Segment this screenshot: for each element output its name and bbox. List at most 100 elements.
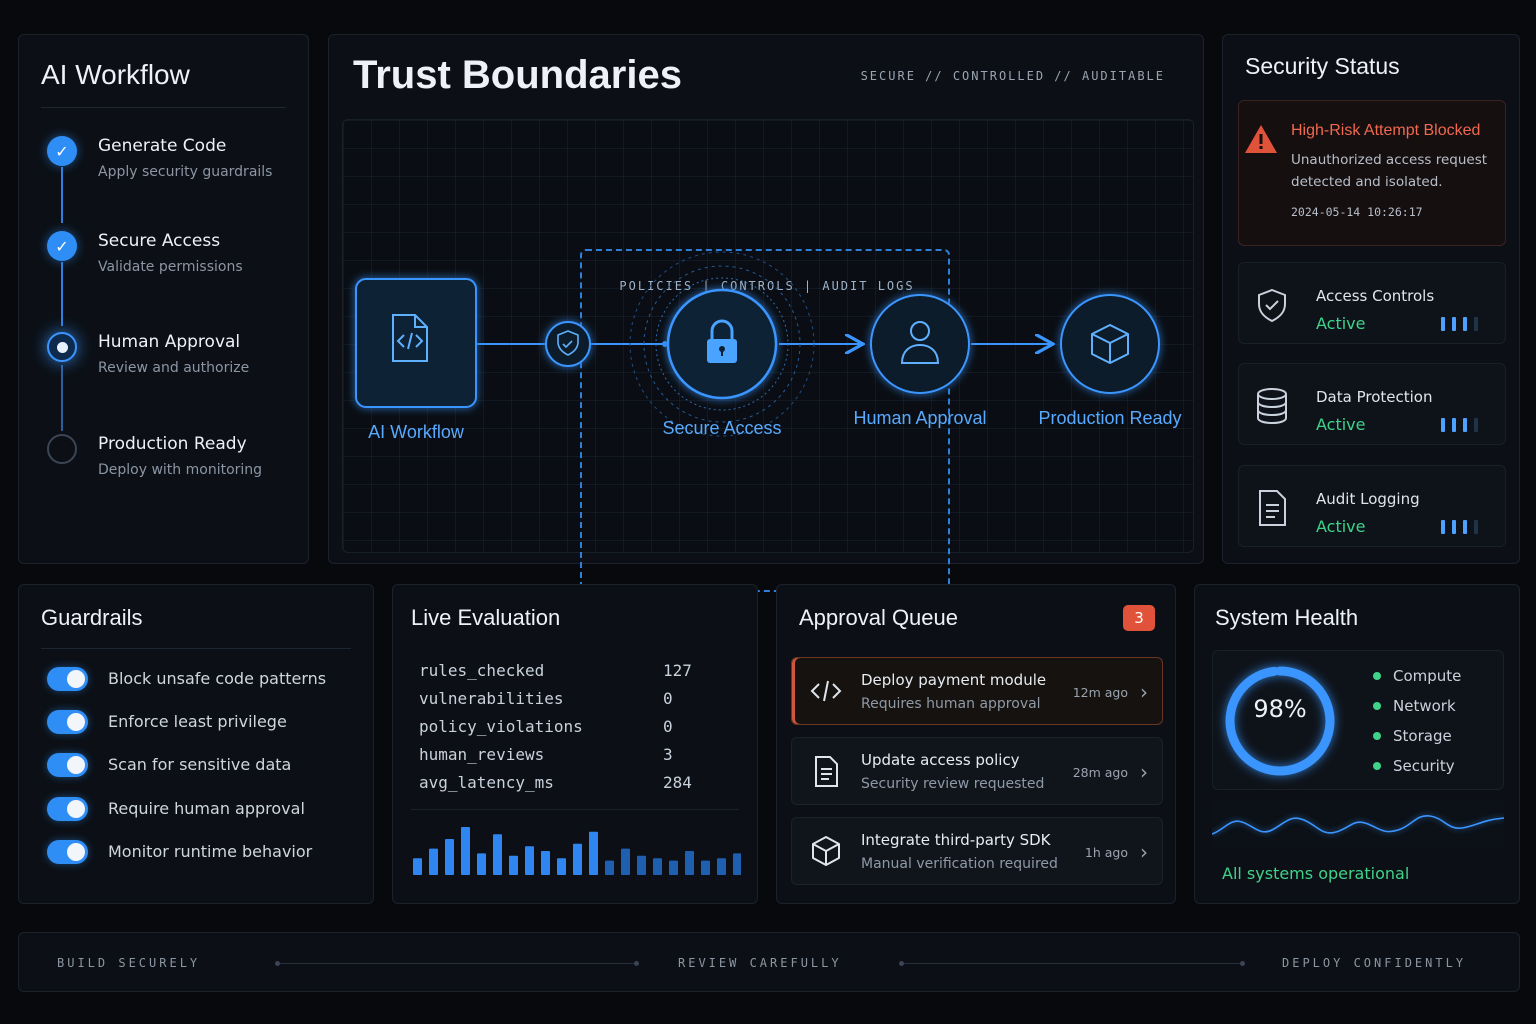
activity-bar [669,860,678,875]
activity-bar [621,848,630,875]
security-status-panel: Security Status High-Risk Attempt Blocke… [1222,34,1520,564]
queue-item-subtitle: Manual verification required [861,856,1058,872]
metric-value: 127 [663,661,692,680]
signal-bars-icon [1441,317,1478,331]
workflow-step-secure-access[interactable]: ✓ Secure Access Validate permissions [45,231,295,291]
step-title: Production Ready [98,434,247,454]
security-item-status: Active [1316,517,1366,536]
cube-icon [812,836,840,866]
shield-check-icon [1258,288,1286,323]
guardrails-title: Guardrails [41,605,143,630]
security-item-status: Active [1316,415,1366,434]
workflow-step-production-ready[interactable]: Production Ready Deploy with monitoring [45,434,295,494]
check-icon: ✓ [47,136,77,166]
queue-item-time: 12m ago [1072,685,1128,700]
workflow-step-human-approval[interactable]: Human Approval Review and authorize [45,332,295,392]
activity-bar [509,855,518,875]
signal-bars-icon [1441,520,1478,534]
footer-divider [899,961,1245,966]
alert-message: Unauthorized access request detected and… [1291,152,1488,190]
queue-item-update-policy[interactable]: Update access policy Security review req… [791,737,1163,805]
metric-value: 0 [663,689,673,708]
queue-item-deploy-payment[interactable]: Deploy payment module Requires human app… [791,657,1163,725]
step-title: Generate Code [98,136,227,156]
health-summary: 98% Compute Network Storage Security [1212,650,1504,790]
toggle-switch[interactable] [47,710,88,734]
activity-bar [589,831,598,875]
step-subtitle: Apply security guardrails [98,164,273,180]
activity-bar [637,855,646,875]
security-item-name: Audit Logging [1316,490,1420,508]
chevron-right-icon[interactable]: › [1140,680,1148,704]
approval-queue-panel: Approval Queue 3 Deploy payment module R… [776,584,1176,904]
health-component: Storage [1373,727,1452,745]
metric-key: human_reviews [419,745,545,764]
trust-diagram: POLICIES | CONTROLS | AUDIT LOGS AI Work… [342,119,1194,592]
live-title: Live Evaluation [411,605,561,630]
footer-divider [275,961,639,966]
queue-item-title: Update access policy [861,751,1020,769]
code-icon [810,680,842,702]
footer-banner: BUILD SECURELY REVIEW CAREFULLY DEPLOY C… [18,932,1520,992]
ai-workflow-node [355,278,477,408]
guardrail-label: Require human approval [108,799,305,818]
toggle-switch[interactable] [47,797,88,821]
workflow-step-generate-code[interactable]: ✓ Generate Code Apply security guardrail… [45,136,295,196]
metric-key: vulnerabilities [419,689,564,708]
security-item-name: Data Protection [1316,388,1433,406]
chevron-right-icon[interactable]: › [1140,760,1148,784]
activity-bar [717,858,726,875]
security-item-name: Access Controls [1316,287,1435,305]
step-subtitle: Validate permissions [98,259,243,275]
activity-bar [493,834,502,875]
guardrail-label: Scan for sensitive data [108,755,292,774]
step-title: Secure Access [98,231,221,251]
queue-item-title: Integrate third-party SDK [861,831,1051,849]
workflow-divider [41,107,286,108]
activity-bar [701,860,710,875]
metric-value: 0 [663,717,673,736]
activity-bar [413,858,422,875]
activity-bar [445,839,454,875]
document-icon [815,756,838,787]
activity-bar [653,858,662,875]
chevron-right-icon[interactable]: › [1140,840,1148,864]
security-item-audit-logging[interactable]: Audit Logging Active [1238,465,1506,547]
node-label-production-ready: Production Ready [1038,408,1182,428]
health-component: Network [1373,697,1456,715]
activity-bar [733,853,741,875]
guardrail-label: Block unsafe code patterns [108,669,327,688]
trust-boundaries-panel: Trust Boundaries SECURE // CONTROLLED //… [328,34,1204,592]
node-label-secure-access: Secure Access [662,418,782,438]
activity-bar [557,858,566,875]
signal-bars-icon [1441,418,1478,432]
node-label-ai-workflow: AI Workflow [368,422,464,442]
toggle-switch[interactable] [47,840,88,864]
metric-key: policy_violations [419,717,583,736]
trust-flow-diagram [355,251,1160,437]
step-subtitle: Review and authorize [98,360,250,376]
queue-title: Approval Queue [799,605,958,630]
footer-item-review: REVIEW CAREFULLY [678,956,842,970]
toggle-switch[interactable] [47,753,88,777]
security-item-data-protection[interactable]: Data Protection Active [1238,363,1506,445]
queue-item-time: 1h ago [1084,845,1128,860]
queue-item-time: 28m ago [1072,765,1128,780]
health-title: System Health [1215,605,1359,630]
activity-bar [605,860,614,875]
activity-bar-chart [413,827,741,875]
queue-item-integrate-sdk[interactable]: Integrate third-party SDK Manual verific… [791,817,1163,885]
step-title: Human Approval [98,332,241,352]
workflow-title: AI Workflow [41,59,190,90]
queue-item-subtitle: Security review requested [861,776,1045,792]
activity-bar [573,843,582,875]
security-alert[interactable]: High-Risk Attempt Blocked Unauthorized a… [1238,100,1506,246]
alert-title: High-Risk Attempt Blocked [1291,122,1481,139]
toggle-switch[interactable] [47,667,88,691]
security-item-access-controls[interactable]: Access Controls Active [1238,262,1506,344]
alert-timestamp: 2024-05-14 10:26:17 [1291,205,1423,219]
current-step-indicator-icon [47,332,77,362]
live-divider [411,809,739,810]
live-evaluation-panel: Live Evaluation rules_checked 127 vulner… [392,584,758,904]
sparkline-chart [1211,815,1505,835]
